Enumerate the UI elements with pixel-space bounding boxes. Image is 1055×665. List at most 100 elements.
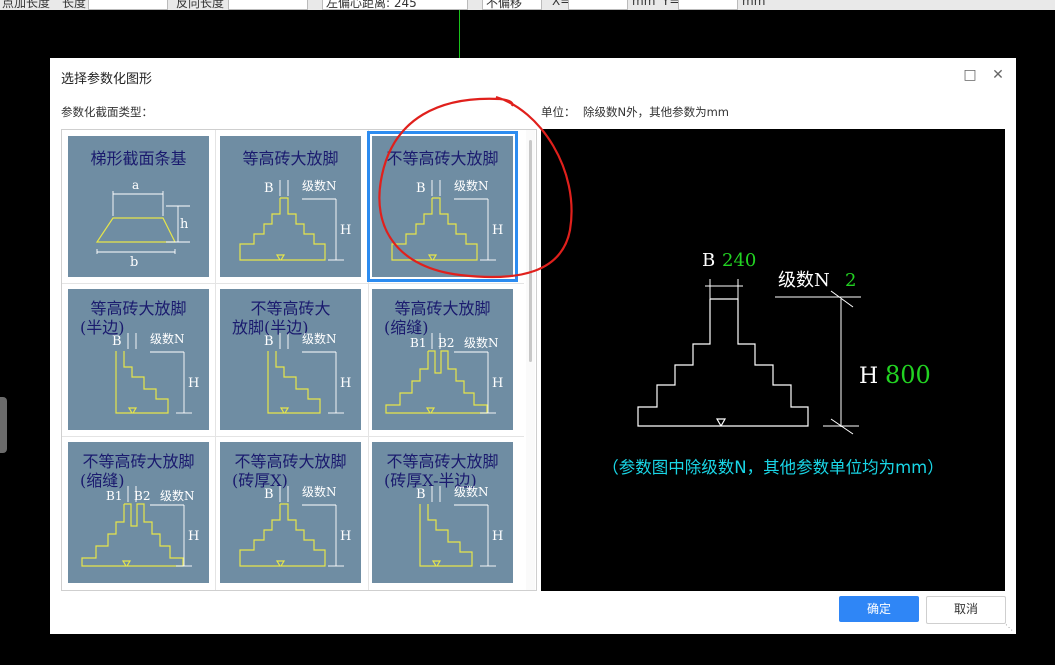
dim-label-b: B bbox=[416, 487, 426, 502]
toolbar-item: 长度 bbox=[62, 0, 87, 10]
unit-text: 除级数N外，其他参数为mm bbox=[583, 105, 730, 119]
preview-n-label: 级数N bbox=[778, 270, 830, 291]
dim-label-b: B bbox=[264, 181, 274, 196]
toolbar-item: Y= bbox=[662, 0, 680, 8]
gallery-label: 参数化截面类型： bbox=[61, 105, 153, 119]
shape-card-subtitle: (缩缝) bbox=[80, 471, 125, 490]
preview-drawing: B 240 级数N 2 H 800 （参数图中除级数N，其他参数单位均为mm） bbox=[602, 250, 944, 477]
shape-card-5[interactable]: 不等高砖大 放脚(半边) B 级数N H bbox=[220, 289, 361, 430]
shape-card-title: 不等高砖大放脚 bbox=[82, 452, 194, 471]
ok-button[interactable]: 确定 bbox=[839, 596, 919, 622]
shape-card-title: 不等高砖大放脚 bbox=[386, 149, 498, 168]
shape-card-title: 不等高砖大放脚 bbox=[234, 452, 346, 471]
shape-card-title: 不等高砖大 bbox=[250, 299, 330, 318]
shape-preview: B 240 级数N 2 H 800 （参数图中除级数N，其他参数单位均为mm） bbox=[541, 129, 1005, 591]
background-toolbar: 点加长度 长度 反向长度 左偏心距离: 245 不偏移 X= mm Y= mm bbox=[0, 0, 1055, 10]
dim-label-b2: B2 bbox=[438, 336, 454, 350]
x-input[interactable] bbox=[568, 0, 628, 10]
grid-divider bbox=[368, 130, 369, 590]
length-input[interactable] bbox=[88, 0, 168, 10]
preview-b-value: 240 bbox=[722, 250, 756, 271]
shape-thumbnail: 等高砖大放脚 B 级数N H bbox=[239, 149, 351, 261]
preview-h-value: 800 bbox=[885, 361, 931, 389]
shape-card-title: 等高砖大放脚 bbox=[90, 299, 186, 318]
dim-label-b1: B1 bbox=[410, 336, 426, 350]
maximize-icon[interactable]: □ bbox=[961, 66, 979, 84]
dim-label-b1: B1 bbox=[106, 489, 122, 503]
shape-thumbnail: 不等高砖大放脚(砖厚X)B 级数N H bbox=[232, 452, 351, 567]
preview-note: （参数图中除级数N，其他参数单位均为mm） bbox=[602, 458, 944, 477]
grid-divider bbox=[62, 283, 524, 284]
shape-card-title: 等高砖大放脚 bbox=[394, 299, 490, 318]
shape-thumbnail: 不等高砖大放脚(缩缝)B1 B2 级数N H bbox=[80, 452, 199, 567]
dim-label-n: 级数N bbox=[302, 484, 337, 499]
dim-label-b: B bbox=[264, 334, 274, 349]
dim-label-h: H bbox=[340, 223, 351, 238]
toolbar-item: 点加长度 bbox=[2, 0, 51, 10]
dim-label-h: H bbox=[340, 529, 351, 544]
shape-card-9[interactable]: 不等高砖大放脚 (砖厚X-半边) B 级数N H bbox=[372, 442, 513, 583]
shape-thumbnail: 不等高砖大放脚 B 级数N H bbox=[386, 149, 503, 261]
dim-label-n: 级数N bbox=[160, 488, 195, 503]
dim-label-h: H bbox=[492, 529, 503, 544]
dim-label-h: h bbox=[180, 217, 189, 232]
toolbar-item: 不偏移 bbox=[486, 0, 523, 10]
dim-label-n: 级数N bbox=[150, 331, 185, 346]
toolbar-item: 左偏心距离: 245 bbox=[326, 0, 417, 10]
dim-label-h: H bbox=[492, 223, 503, 238]
preview-h-label: H bbox=[859, 364, 878, 389]
shape-card-3[interactable]: 不等高砖大放脚 B 级数N H bbox=[367, 131, 518, 282]
cancel-button[interactable]: 取消 bbox=[926, 596, 1006, 624]
dim-label-h: H bbox=[188, 529, 199, 544]
unit-label: 单位： bbox=[541, 105, 576, 119]
dim-label-b: b bbox=[130, 255, 138, 270]
dim-label-n: 级数N bbox=[302, 178, 337, 193]
grid-divider bbox=[62, 436, 524, 437]
toolbar-item: mm bbox=[742, 0, 766, 8]
grid-divider bbox=[215, 130, 216, 590]
shape-card-title: 等高砖大放脚 bbox=[242, 149, 338, 168]
shape-card-title: 梯形截面条基 bbox=[90, 149, 186, 168]
close-icon[interactable]: ✕ bbox=[989, 66, 1007, 84]
resize-grip-icon[interactable]: ⋱ bbox=[1005, 623, 1013, 632]
shape-card-4[interactable]: 等高砖大放脚 (半边) B 级数N H bbox=[68, 289, 209, 430]
gallery-scrollbar-thumb[interactable] bbox=[529, 140, 532, 362]
shape-gallery: 梯形截面条基 a h b 等高砖大放脚 B 级数N H 不等高砖大放脚 B 级数N H 等高砖大放脚 (半… bbox=[61, 129, 537, 591]
shape-card-1[interactable]: 梯形截面条基 a h b bbox=[68, 136, 209, 277]
reverse-length-input[interactable] bbox=[228, 0, 308, 10]
dim-label-h: H bbox=[188, 376, 199, 391]
dim-label-b: B bbox=[416, 181, 426, 196]
shape-card-subtitle: (缩缝) bbox=[384, 318, 429, 337]
parametric-shape-dialog: 选择参数化图形 □ ✕ 参数化截面类型： 单位： 除级数N外，其他参数为mm 梯… bbox=[50, 58, 1016, 634]
dim-label-b2: B2 bbox=[134, 489, 150, 503]
preview-n-value: 2 bbox=[845, 270, 856, 291]
shape-card-subtitle: (砖厚X) bbox=[232, 471, 288, 490]
dim-label-n: 级数N bbox=[302, 331, 337, 346]
dim-label-a: a bbox=[132, 178, 139, 192]
y-input[interactable] bbox=[678, 0, 738, 10]
cad-cursor-line bbox=[459, 10, 460, 58]
dim-label-h: H bbox=[340, 376, 351, 391]
side-panel-tab[interactable] bbox=[0, 397, 7, 453]
shape-thumbnail: 不等高砖大放脚(半边)B 级数NH bbox=[232, 299, 351, 414]
dim-label-n: 级数N bbox=[454, 484, 489, 499]
dialog-title: 选择参数化图形 bbox=[61, 72, 153, 87]
shape-card-8[interactable]: 不等高砖大放脚 (砖厚X) B 级数N H bbox=[220, 442, 361, 583]
footing-outline bbox=[637, 298, 809, 427]
dim-label-n: 级数N bbox=[464, 335, 499, 350]
dim-label-n: 级数N bbox=[454, 178, 489, 193]
shape-thumbnail: 不等高砖大放脚(砖厚X-半边)B 级数NH bbox=[384, 452, 503, 567]
dim-label-b: B bbox=[264, 487, 274, 502]
preview-dimension-lines bbox=[705, 279, 861, 435]
shape-thumbnail: 等高砖大放脚(缩缝)B1 B2 级数N H bbox=[384, 299, 503, 414]
shape-card-6[interactable]: 等高砖大放脚 (缩缝) B1 B2 级数N H bbox=[372, 289, 513, 430]
shape-thumbnail: 梯形截面条基 a h b bbox=[90, 149, 190, 270]
shape-card-2[interactable]: 等高砖大放脚 B 级数N H bbox=[220, 136, 361, 277]
toolbar-item: 反向长度 bbox=[176, 0, 225, 10]
shape-card-7[interactable]: 不等高砖大放脚 (缩缝) B1 B2 级数N H bbox=[68, 442, 209, 583]
shape-card-title: 不等高砖大放脚 bbox=[386, 452, 498, 471]
toolbar-item: mm bbox=[632, 0, 656, 8]
dim-label-b: B bbox=[112, 334, 122, 349]
preview-b-label: B bbox=[702, 250, 715, 271]
shape-thumbnail: 等高砖大放脚(半边)B 级数NH bbox=[80, 299, 199, 414]
